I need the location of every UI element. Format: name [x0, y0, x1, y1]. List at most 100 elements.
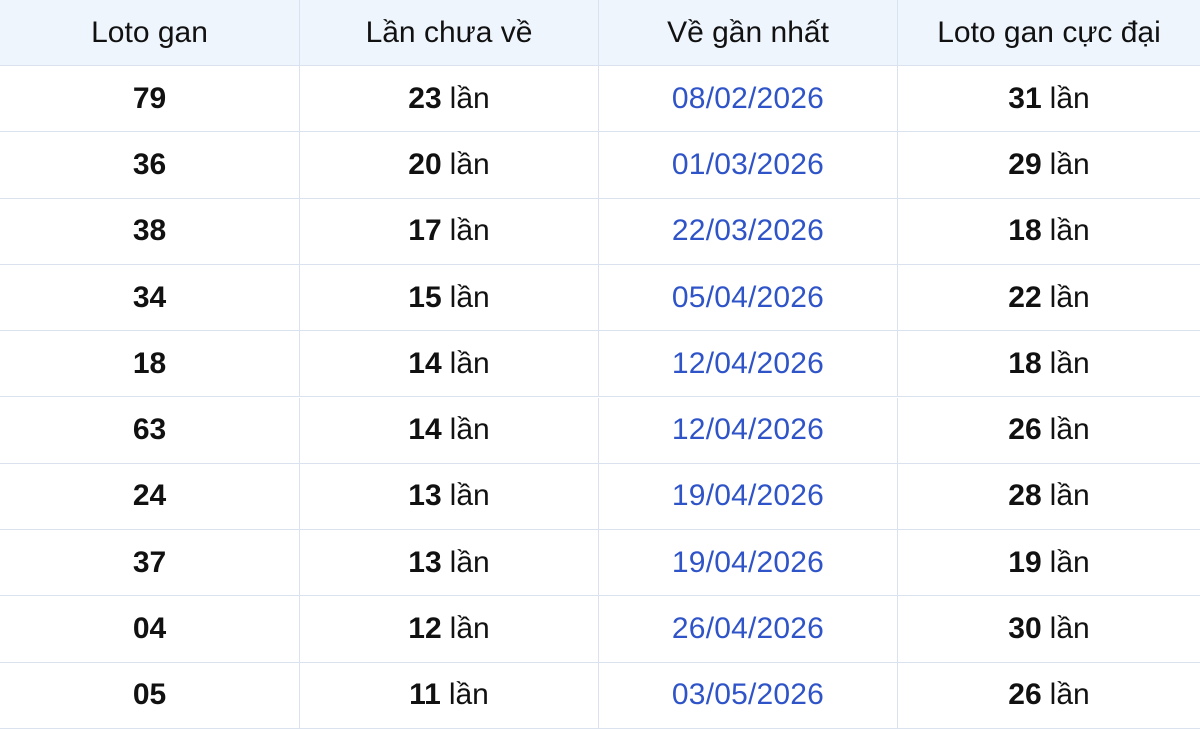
lan-chua-ve-count: 15	[408, 280, 442, 314]
unit-label: lần	[1049, 678, 1090, 712]
ve-gan-nhat-date: 01/03/2026	[671, 147, 825, 181]
unit-label: lần	[449, 280, 490, 314]
unit-label: lần	[1049, 147, 1090, 181]
table-row: 36 20 lần 01/03/2026 29 lần	[0, 132, 1200, 199]
unit-label: lần	[449, 545, 490, 579]
unit-label: lần	[1049, 413, 1090, 447]
ve-gan-nhat-date: 26/04/2026	[671, 612, 825, 646]
lan-chua-ve-cell: 20 lần	[300, 132, 599, 198]
table-row: 24 13 lần 19/04/2026 28 lần	[0, 463, 1200, 531]
lan-chua-ve-count: 13	[408, 545, 442, 579]
ve-gan-nhat-date: 12/04/2026	[671, 346, 825, 380]
lan-chua-ve-count: 23	[408, 81, 442, 115]
loto-number: 36	[132, 147, 167, 181]
unit-label: lần	[1049, 81, 1090, 115]
cuc-dai-count: 31	[1008, 81, 1042, 115]
loto-number-cell: 18	[0, 331, 300, 397]
unit-label: lần	[449, 214, 490, 248]
ve-gan-nhat-cell: 19/04/2026	[599, 463, 898, 530]
unit-label: lần	[1049, 214, 1090, 248]
lan-chua-ve-cell: 14 lần	[300, 331, 599, 397]
cuc-dai-count: 18	[1008, 346, 1042, 380]
header-loto-gan-cuc-dai: Loto gan cực đại	[937, 15, 1161, 49]
ve-gan-nhat-date: 05/04/2026	[671, 280, 825, 314]
loto-number: 79	[132, 81, 167, 115]
lan-chua-ve-count: 14	[408, 346, 442, 380]
loto-number: 24	[132, 479, 167, 513]
loto-number: 04	[132, 612, 167, 646]
cuc-dai-count: 22	[1008, 280, 1042, 314]
loto-number-cell: 05	[0, 662, 300, 728]
loto-number: 63	[132, 413, 167, 447]
unit-label: lần	[1049, 479, 1090, 513]
lan-chua-ve-cell: 12 lần	[300, 596, 599, 662]
ve-gan-nhat-cell: 12/04/2026	[599, 331, 898, 397]
unit-label: lần	[1049, 545, 1090, 579]
loto-number-cell: 04	[0, 596, 300, 662]
header-ve-gan-nhat: Về gần nhất	[599, 0, 898, 65]
cuc-dai-cell: 18 lần	[898, 199, 1200, 264]
ve-gan-nhat-cell: 08/02/2026	[599, 66, 898, 132]
lan-chua-ve-cell: 13 lần	[300, 463, 599, 530]
table-row: 18 14 lần 12/04/2026 18 lần	[0, 331, 1200, 398]
table-header-row: Loto gan Lần chưa về Về gần nhất Loto ga…	[0, 0, 1200, 66]
ve-gan-nhat-date: 22/03/2026	[671, 214, 825, 248]
unit-label: lần	[449, 612, 490, 646]
lan-chua-ve-count: 17	[408, 214, 442, 248]
unit-label: lần	[1049, 346, 1090, 380]
table-row: 34 15 lần 05/04/2026 22 lần	[0, 264, 1200, 332]
lan-chua-ve-cell: 11 lần	[300, 662, 599, 728]
ve-gan-nhat-cell: 05/04/2026	[599, 264, 898, 331]
table-row: 04 12 lần 26/04/2026 30 lần	[0, 596, 1200, 663]
unit-label: lần	[449, 346, 490, 380]
cuc-dai-count: 18	[1008, 214, 1042, 248]
cuc-dai-cell: 26 lần	[898, 663, 1200, 728]
cuc-dai-cell: 31 lần	[898, 66, 1200, 131]
loto-number: 37	[132, 545, 167, 579]
unit-label: lần	[448, 678, 489, 712]
cuc-dai-count: 28	[1008, 479, 1042, 513]
loto-number-cell: 34	[0, 264, 300, 331]
table-row: 05 11 lần 03/05/2026 26 lần	[0, 662, 1200, 729]
lan-chua-ve-cell: 17 lần	[300, 198, 599, 264]
unit-label: lần	[1049, 612, 1090, 646]
ve-gan-nhat-cell: 01/03/2026	[599, 132, 898, 198]
ve-gan-nhat-date: 03/05/2026	[671, 678, 825, 712]
loto-number: 38	[132, 214, 167, 248]
lan-chua-ve-count: 12	[408, 612, 442, 646]
loto-number-cell: 63	[0, 397, 300, 463]
lan-chua-ve-count: 20	[408, 147, 442, 181]
ve-gan-nhat-cell: 26/04/2026	[599, 596, 898, 662]
lan-chua-ve-count: 11	[409, 678, 441, 712]
unit-label: lần	[449, 81, 490, 115]
ve-gan-nhat-date: 08/02/2026	[671, 81, 825, 115]
cuc-dai-count: 29	[1008, 147, 1042, 181]
cuc-dai-count: 26	[1008, 413, 1042, 447]
table-row: 38 17 lần 22/03/2026 18 lần	[0, 198, 1200, 265]
lan-chua-ve-count: 13	[408, 479, 442, 513]
ve-gan-nhat-cell: 12/04/2026	[599, 397, 898, 463]
ve-gan-nhat-cell: 03/05/2026	[599, 662, 898, 728]
cuc-dai-cell: 22 lần	[898, 265, 1200, 330]
unit-label: lần	[1049, 280, 1090, 314]
table-row: 37 13 lần 19/04/2026 19 lần	[0, 530, 1200, 597]
loto-number-cell: 36	[0, 132, 300, 198]
table-row: 63 14 lần 12/04/2026 26 lần	[0, 397, 1200, 464]
cuc-dai-cell: 26 lần	[898, 398, 1200, 463]
cuc-dai-cell: 29 lần	[898, 132, 1200, 197]
lan-chua-ve-count: 14	[408, 413, 442, 447]
cuc-dai-cell: 18 lần	[898, 331, 1200, 396]
lan-chua-ve-cell: 15 lần	[300, 264, 599, 331]
lan-chua-ve-cell: 14 lần	[300, 397, 599, 463]
header-loto-gan: Loto gan	[0, 0, 300, 65]
loto-number-cell: 37	[0, 530, 300, 596]
unit-label: lần	[449, 147, 490, 181]
cuc-dai-cell: 28 lần	[898, 464, 1200, 529]
cuc-dai-count: 19	[1008, 545, 1042, 579]
ve-gan-nhat-cell: 22/03/2026	[599, 198, 898, 264]
loto-number-cell: 38	[0, 198, 300, 264]
lan-chua-ve-cell: 23 lần	[300, 66, 599, 132]
ve-gan-nhat-date: 19/04/2026	[671, 479, 825, 513]
ve-gan-nhat-cell: 19/04/2026	[599, 530, 898, 596]
header-lan-chua-ve: Lần chưa về	[300, 0, 599, 65]
